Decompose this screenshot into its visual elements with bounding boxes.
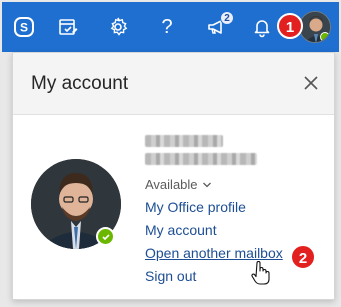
status-label: Available [145, 177, 198, 192]
screenshot-frame: S ? 2 1 My account Available My Office p… [0, 0, 341, 307]
settings-button[interactable] [96, 2, 140, 52]
bell-icon [251, 16, 273, 38]
close-icon [304, 76, 318, 90]
gear-icon [107, 16, 129, 38]
available-presence-icon [96, 227, 115, 246]
account-panel-header: My account [13, 53, 334, 115]
skype-button[interactable]: S [2, 2, 46, 52]
whats-new-button[interactable]: 2 [195, 2, 239, 52]
my-day-icon [57, 16, 79, 38]
step-2-badge: 2 [290, 244, 316, 270]
help-button[interactable]: ? [145, 2, 189, 52]
presence-dot [320, 32, 330, 42]
account-manager-avatar[interactable] [299, 11, 331, 43]
my-day-button[interactable] [46, 2, 90, 52]
chevron-down-icon [202, 182, 211, 187]
my-office-profile-link[interactable]: My Office profile [145, 199, 246, 215]
open-another-mailbox-link[interactable]: Open another mailbox [145, 245, 283, 261]
account-panel: My account Available My Office profile M… [12, 52, 335, 300]
step-1-badge: 1 [277, 13, 303, 39]
panel-title: My account [31, 73, 129, 94]
redacted-name [145, 135, 223, 147]
redacted-email [145, 153, 257, 165]
hand-cursor-icon [251, 261, 271, 285]
sign-out-link[interactable]: Sign out [145, 268, 196, 284]
close-button[interactable] [302, 74, 320, 92]
svg-text:S: S [20, 21, 28, 35]
skype-icon: S [13, 16, 35, 38]
my-account-link[interactable]: My account [145, 222, 217, 238]
notification-count-badge: 2 [220, 11, 234, 25]
help-icon: ? [161, 15, 173, 38]
status-selector[interactable]: Available [145, 177, 212, 192]
